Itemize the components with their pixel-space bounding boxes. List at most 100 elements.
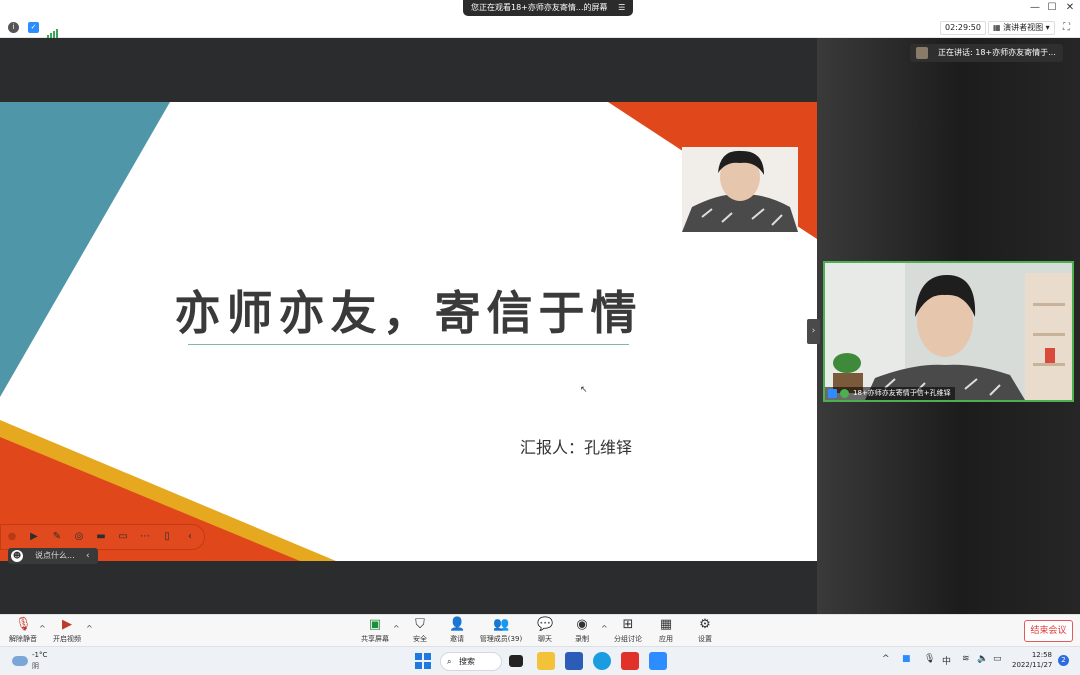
slide-presenter-video bbox=[682, 147, 798, 232]
shield-icon[interactable]: ✓ bbox=[28, 22, 39, 33]
search-label: 搜索 bbox=[459, 657, 475, 666]
battery-icon[interactable]: ▭ bbox=[993, 654, 1002, 664]
info-icon[interactable]: i bbox=[8, 22, 19, 33]
record-label: 录制 bbox=[575, 635, 589, 643]
fullscreen-icon[interactable]: ⛶ bbox=[1063, 22, 1070, 33]
stop-icon[interactable]: ● bbox=[5, 530, 19, 544]
slide-title: 亦师亦友，寄信于情 bbox=[174, 286, 643, 340]
tray-microphone-icon[interactable]: 🎙 bbox=[924, 654, 935, 664]
apps-icon: ▦ bbox=[659, 617, 673, 632]
annotation-toolbar: ● ▶ ✎ ◎ ▬ ▭ ⋯ ▯ ‹ bbox=[0, 524, 205, 550]
microphone-icon bbox=[840, 389, 849, 398]
participant-name-label: 18+亦师亦友寄情于信+孔维铎 bbox=[825, 387, 955, 400]
minimize-button[interactable]: — bbox=[1028, 2, 1042, 13]
manage-members-button[interactable]: 👥 管理成员(39) bbox=[478, 617, 524, 644]
meeting-info-bar: i ✓ 02:29:50 ▦ 演讲者视图 ▾ ⛶ bbox=[0, 18, 1080, 38]
signal-strength-icon[interactable] bbox=[47, 23, 58, 38]
microphone-muted-icon: 🎙 bbox=[15, 617, 32, 632]
mouse-cursor-icon: ↖ bbox=[580, 385, 588, 395]
pen-icon[interactable]: ✎ bbox=[50, 530, 64, 544]
start-menu-icon[interactable] bbox=[414, 652, 432, 670]
phone-icon[interactable]: ▯ bbox=[160, 530, 174, 544]
chevron-left-icon[interactable]: ‹ bbox=[183, 530, 197, 544]
clock-time: 12:58 bbox=[1031, 651, 1052, 659]
title-underline bbox=[188, 344, 629, 345]
record-icon: ◉ bbox=[576, 617, 588, 632]
clock-date: 2022/11/27 bbox=[1012, 661, 1053, 669]
camera-icon[interactable]: ▬ bbox=[94, 530, 108, 544]
share-screen-icon: ▣ bbox=[368, 617, 382, 632]
gear-icon: ⚙ bbox=[699, 617, 711, 632]
unmute-label: 解除静音 bbox=[9, 635, 37, 643]
presentation-slide: 亦师亦友，寄信于情 汇报人：孔维铎 ↖ bbox=[0, 102, 817, 561]
chevron-left-icon[interactable]: ‹ bbox=[86, 548, 90, 564]
participant-name: 18+亦师亦友寄情于信+孔维铎 bbox=[853, 389, 951, 397]
more-icon[interactable]: ⋯ bbox=[138, 530, 152, 544]
chat-bubble-icon: 💬 bbox=[537, 617, 554, 632]
tray-app-icon[interactable]: ■ bbox=[902, 654, 911, 664]
active-speaker-text: 正在讲话: 18+亦师亦友寄情于... bbox=[938, 48, 1056, 57]
collapse-panel-handle[interactable]: › bbox=[807, 319, 820, 344]
speaker-avatar bbox=[916, 47, 928, 59]
task-view-icon[interactable] bbox=[509, 655, 523, 667]
cloud-icon bbox=[12, 656, 28, 666]
close-button[interactable]: ✕ bbox=[1063, 2, 1077, 13]
search-icon: ⌕ bbox=[447, 657, 452, 666]
file-explorer-icon[interactable] bbox=[537, 652, 555, 670]
participant-video-tile[interactable]: 18+亦师亦友寄情于信+孔维铎 bbox=[823, 261, 1074, 402]
meeting-timer: 02:29:50 bbox=[940, 21, 986, 35]
invite-label: 邀请 bbox=[450, 635, 464, 643]
settings-button[interactable]: ⚙ 设置 bbox=[682, 617, 728, 644]
wps-icon[interactable] bbox=[621, 652, 639, 670]
taskbar-search[interactable]: ⌕ 搜索 bbox=[440, 652, 502, 671]
quick-chat-box[interactable]: ☻ 说点什么... ‹ bbox=[8, 548, 98, 564]
screenshot-icon[interactable]: ◎ bbox=[72, 530, 86, 544]
breakout-icon: ⊞ bbox=[622, 617, 634, 632]
video-options-caret[interactable]: ^ bbox=[86, 624, 93, 633]
tray-chevron-up-icon[interactable]: ^ bbox=[882, 654, 890, 664]
grid-icon: ▦ bbox=[993, 23, 1004, 32]
windows-taskbar: -1°C 阴 ⌕ 搜索 ^ ■ 🎙 中 ≋ 🔈 ▭ 12:58 2022/11/… bbox=[0, 646, 1080, 675]
ime-indicator[interactable]: 中 bbox=[942, 654, 951, 667]
temperature: -1°C bbox=[32, 651, 48, 659]
person-icon bbox=[828, 389, 837, 398]
share-banner-text: 您正在观看18+亦师亦友寄情...的屏幕 bbox=[471, 3, 608, 12]
reporter-label: 汇报人：孔维铎 bbox=[520, 438, 633, 457]
play-icon[interactable]: ▶ bbox=[27, 530, 41, 544]
record-button[interactable]: ◉ 录制 bbox=[559, 617, 605, 644]
shield-icon: ⛉ bbox=[415, 617, 425, 632]
add-user-icon: 👤 bbox=[449, 617, 466, 632]
maximize-button[interactable]: ☐ bbox=[1045, 2, 1059, 13]
share-banner[interactable]: 您正在观看18+亦师亦友寄情...的屏幕 ☰ bbox=[463, 0, 634, 16]
word-icon[interactable] bbox=[565, 652, 583, 670]
invite-button[interactable]: 👤 邀请 bbox=[434, 617, 480, 644]
participant-video bbox=[825, 263, 1072, 400]
menu-icon[interactable]: ☰ bbox=[618, 3, 625, 12]
start-video-label: 开启视频 bbox=[53, 635, 81, 643]
weather-condition: 阴 bbox=[32, 662, 39, 670]
edge-icon[interactable] bbox=[593, 652, 611, 670]
wifi-icon[interactable]: ≋ bbox=[962, 654, 970, 664]
teal-triangle bbox=[0, 102, 170, 397]
zoom-meeting-window: 您正在观看18+亦师亦友寄情...的屏幕 ☰ — ☐ ✕ i ✓ 02:29:5… bbox=[0, 0, 1080, 675]
comment-icon[interactable]: ▭ bbox=[116, 530, 130, 544]
title-bar: 您正在观看18+亦师亦友寄情...的屏幕 ☰ — ☐ ✕ bbox=[0, 0, 1080, 18]
members-icon: 👥 bbox=[493, 617, 510, 632]
manage-members-label: 管理成员(39) bbox=[479, 635, 523, 643]
end-meeting-button[interactable]: 结束会议 bbox=[1024, 620, 1073, 642]
share-screen-button[interactable]: ▣ 共享屏幕 bbox=[352, 617, 398, 644]
volume-icon[interactable]: 🔈 bbox=[977, 654, 988, 664]
chevron-down-icon: ▾ bbox=[1043, 23, 1050, 32]
quick-chat-placeholder: 说点什么... bbox=[35, 551, 75, 560]
system-clock[interactable]: 12:58 2022/11/27 bbox=[1012, 650, 1052, 670]
view-mode-label: 演讲者视图 bbox=[1003, 23, 1044, 32]
share-screen-label: 共享屏幕 bbox=[361, 635, 389, 643]
emoji-icon[interactable]: ☻ bbox=[11, 550, 23, 562]
video-off-icon: ▶ bbox=[62, 617, 72, 632]
active-speaker-indicator: 正在讲话: 18+亦师亦友寄情于... bbox=[910, 44, 1063, 62]
start-video-button[interactable]: ▶ 开启视频 bbox=[44, 617, 90, 644]
meeting-controls: 🎙 解除静音 ^ ▶ 开启视频 ^ ▣ 共享屏幕 ^ ⛉ 安全 👤 邀请 👥 管… bbox=[0, 614, 1080, 646]
view-mode-button[interactable]: ▦ 演讲者视图 ▾ bbox=[988, 21, 1055, 35]
tencent-meeting-icon[interactable] bbox=[649, 652, 667, 670]
notification-badge[interactable]: 2 bbox=[1058, 655, 1069, 666]
